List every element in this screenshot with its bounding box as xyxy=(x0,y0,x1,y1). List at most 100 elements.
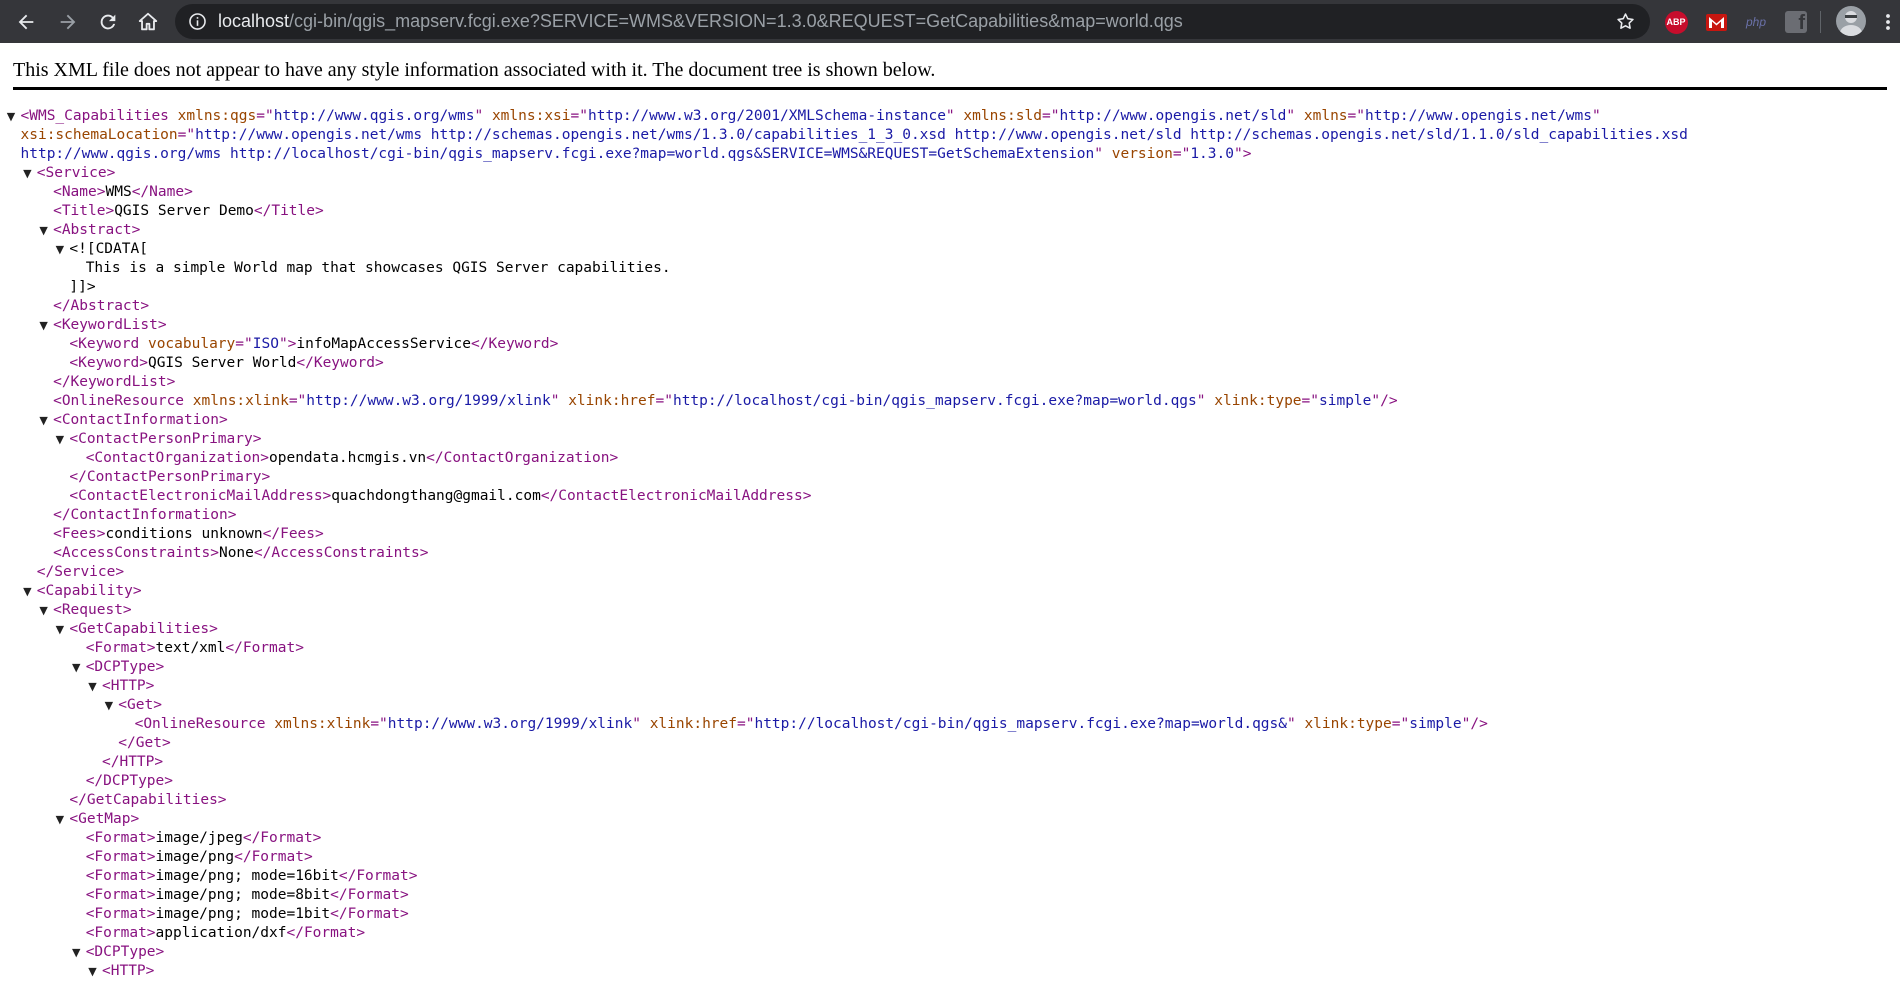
xml-line-text: <Format>text/xml</Format> xyxy=(86,639,304,658)
xml-line-text: <Format>image/jpeg</Format> xyxy=(86,829,322,848)
xml-line-text: </GetCapabilities> xyxy=(69,791,226,810)
xml-tag: <Format> xyxy=(85,830,156,846)
xml-tag: <GetMap> xyxy=(69,811,140,827)
info-icon[interactable] xyxy=(188,12,207,31)
collapse-toggle-icon[interactable]: ▼ xyxy=(53,240,67,259)
xml-text: conditions unknown xyxy=(105,526,263,542)
xml-attr-name: xlink:href xyxy=(649,716,737,732)
xml-text xyxy=(559,393,568,409)
xml-text: opendata.hcmgis.vn xyxy=(269,450,427,466)
reload-button[interactable] xyxy=(93,7,123,37)
collapse-toggle-icon[interactable]: ▼ xyxy=(37,221,51,240)
xml-line-text: <![CDATA[ xyxy=(69,240,148,259)
xml-tag: </Service> xyxy=(36,564,125,580)
xml-tag: <Format> xyxy=(85,868,156,884)
home-icon xyxy=(138,12,158,31)
xml-tag: <HTTP> xyxy=(102,678,155,694)
xml-tag: <Title> xyxy=(53,203,115,219)
xml-line-text: <GetCapabilities> xyxy=(69,620,217,639)
page-content: This XML file does not appear to have an… xyxy=(0,43,1900,988)
xml-style-notice: This XML file does not appear to have an… xyxy=(13,59,936,81)
notice-divider xyxy=(13,87,1887,90)
xml-attr-value: simple xyxy=(1319,393,1372,409)
xml-text: image/png; mode=1bit xyxy=(155,906,331,922)
address-bar[interactable]: localhost/cgi-bin/qgis_mapserv.fcgi.exe?… xyxy=(175,4,1650,39)
xml-line-text: </Abstract> xyxy=(53,297,149,316)
collapse-toggle-icon[interactable]: ▼ xyxy=(37,316,51,335)
star-icon[interactable] xyxy=(1615,11,1636,32)
browser-toolbar: localhost/cgi-bin/qgis_mapserv.fcgi.exe?… xyxy=(0,0,1900,43)
collapse-toggle-icon[interactable]: ▼ xyxy=(102,696,116,715)
gmail-extension-button[interactable] xyxy=(1704,10,1728,34)
xml-line-text: This is a simple World map that showcase… xyxy=(86,259,671,278)
facebook-extension-button[interactable]: f xyxy=(1784,10,1808,34)
xml-tag: <KeywordList> xyxy=(53,317,167,333)
xml-text: infoMapAccessService xyxy=(296,336,472,352)
profile-avatar[interactable] xyxy=(1836,6,1866,36)
xml-line-text: <Keyword vocabulary="ISO">infoMapAccessS… xyxy=(69,335,558,354)
php-icon: php xyxy=(1745,15,1767,29)
xml-tag: " xyxy=(474,108,484,124)
xml-tag: =" xyxy=(370,716,388,732)
xml-text: None xyxy=(218,545,254,561)
xml-text: WMS xyxy=(105,184,132,200)
collapse-toggle-icon[interactable]: ▼ xyxy=(37,601,51,620)
xml-attr-value: http://www.w3.org/2001/XMLSchema-instanc… xyxy=(588,108,946,124)
collapse-toggle-icon[interactable]: ▼ xyxy=(4,107,18,126)
xml-line-text: </HTTP> xyxy=(102,753,163,772)
xml-tag: " xyxy=(1592,108,1601,124)
xml-line-text: <Format>image/png; mode=8bit</Format> xyxy=(86,886,409,905)
xml-tag: </Title> xyxy=(253,203,324,219)
url-text[interactable]: localhost/cgi-bin/qgis_mapserv.fcgi.exe?… xyxy=(218,11,1183,32)
xml-text: This is a simple World map that showcase… xyxy=(85,260,671,276)
xml-line-text: <Name>WMS</Name> xyxy=(53,183,193,202)
php-extension-button[interactable]: php xyxy=(1744,10,1768,34)
url-host: localhost xyxy=(218,11,290,31)
collapse-toggle-icon[interactable]: ▼ xyxy=(53,810,67,829)
kebab-menu-icon[interactable] xyxy=(1878,12,1898,32)
xml-tag: =" xyxy=(1301,393,1320,409)
xml-tag: " xyxy=(1094,146,1103,162)
back-button[interactable] xyxy=(11,7,41,37)
collapse-toggle-icon[interactable]: ▼ xyxy=(53,620,67,639)
collapse-toggle-icon[interactable]: ▼ xyxy=(20,582,34,601)
collapse-toggle-icon[interactable]: ▼ xyxy=(86,677,100,696)
xml-tag: </ContactInformation> xyxy=(53,507,237,523)
xml-line-text: ]]> xyxy=(69,278,95,297)
xml-tag: <Name> xyxy=(53,184,106,200)
xml-tag: "> xyxy=(278,336,297,352)
xml-text: image/png; mode=16bit xyxy=(155,868,339,884)
xml-line-text: <DCPType> xyxy=(86,658,165,677)
collapse-toggle-icon[interactable]: ▼ xyxy=(37,411,51,430)
xml-line-text: <ContactInformation> xyxy=(53,411,228,430)
xml-text xyxy=(266,716,275,732)
xml-tag: <OnlineResource xyxy=(53,393,185,409)
xml-tag: "/> xyxy=(1371,393,1398,409)
xml-attr-name: vocabulary xyxy=(147,336,236,352)
xml-text xyxy=(169,108,178,124)
xml-attr-value: http://localhost/cgi-bin/qgis_mapserv.fc… xyxy=(754,716,1287,732)
facebook-icon: f xyxy=(1785,11,1807,33)
xml-line-text: <WMS_Capabilities xmlns:qgs="http://www.… xyxy=(21,107,1601,126)
xml-text: text/xml xyxy=(155,640,226,656)
collapse-toggle-icon[interactable]: ▼ xyxy=(53,430,67,449)
collapse-toggle-icon[interactable]: ▼ xyxy=(20,164,34,183)
xml-tag: " xyxy=(1196,393,1206,409)
xml-tag: =" xyxy=(570,108,588,124)
collapse-toggle-icon[interactable]: ▼ xyxy=(69,943,83,962)
home-button[interactable] xyxy=(133,7,163,37)
xml-tag: <Keyword> xyxy=(69,355,148,371)
xml-text xyxy=(1103,146,1112,162)
forward-button[interactable] xyxy=(53,7,83,37)
adblock-extension-button[interactable]: ABP xyxy=(1664,10,1688,34)
xml-text: ]]> xyxy=(69,279,96,295)
collapse-toggle-icon[interactable]: ▼ xyxy=(69,658,83,677)
xml-attr-name: xmlns:xsi xyxy=(491,108,571,124)
xml-tag: <GetCapabilities> xyxy=(69,621,218,637)
xml-line-text: <Capability> xyxy=(37,582,142,601)
xml-tag: <Capability> xyxy=(36,583,142,599)
xml-tag: " xyxy=(1286,716,1296,732)
collapse-toggle-icon[interactable]: ▼ xyxy=(86,962,100,981)
xml-attr-value: http://www.opengis.net/wms http://schema… xyxy=(195,127,1688,143)
xml-tag: </Format> xyxy=(338,868,418,884)
